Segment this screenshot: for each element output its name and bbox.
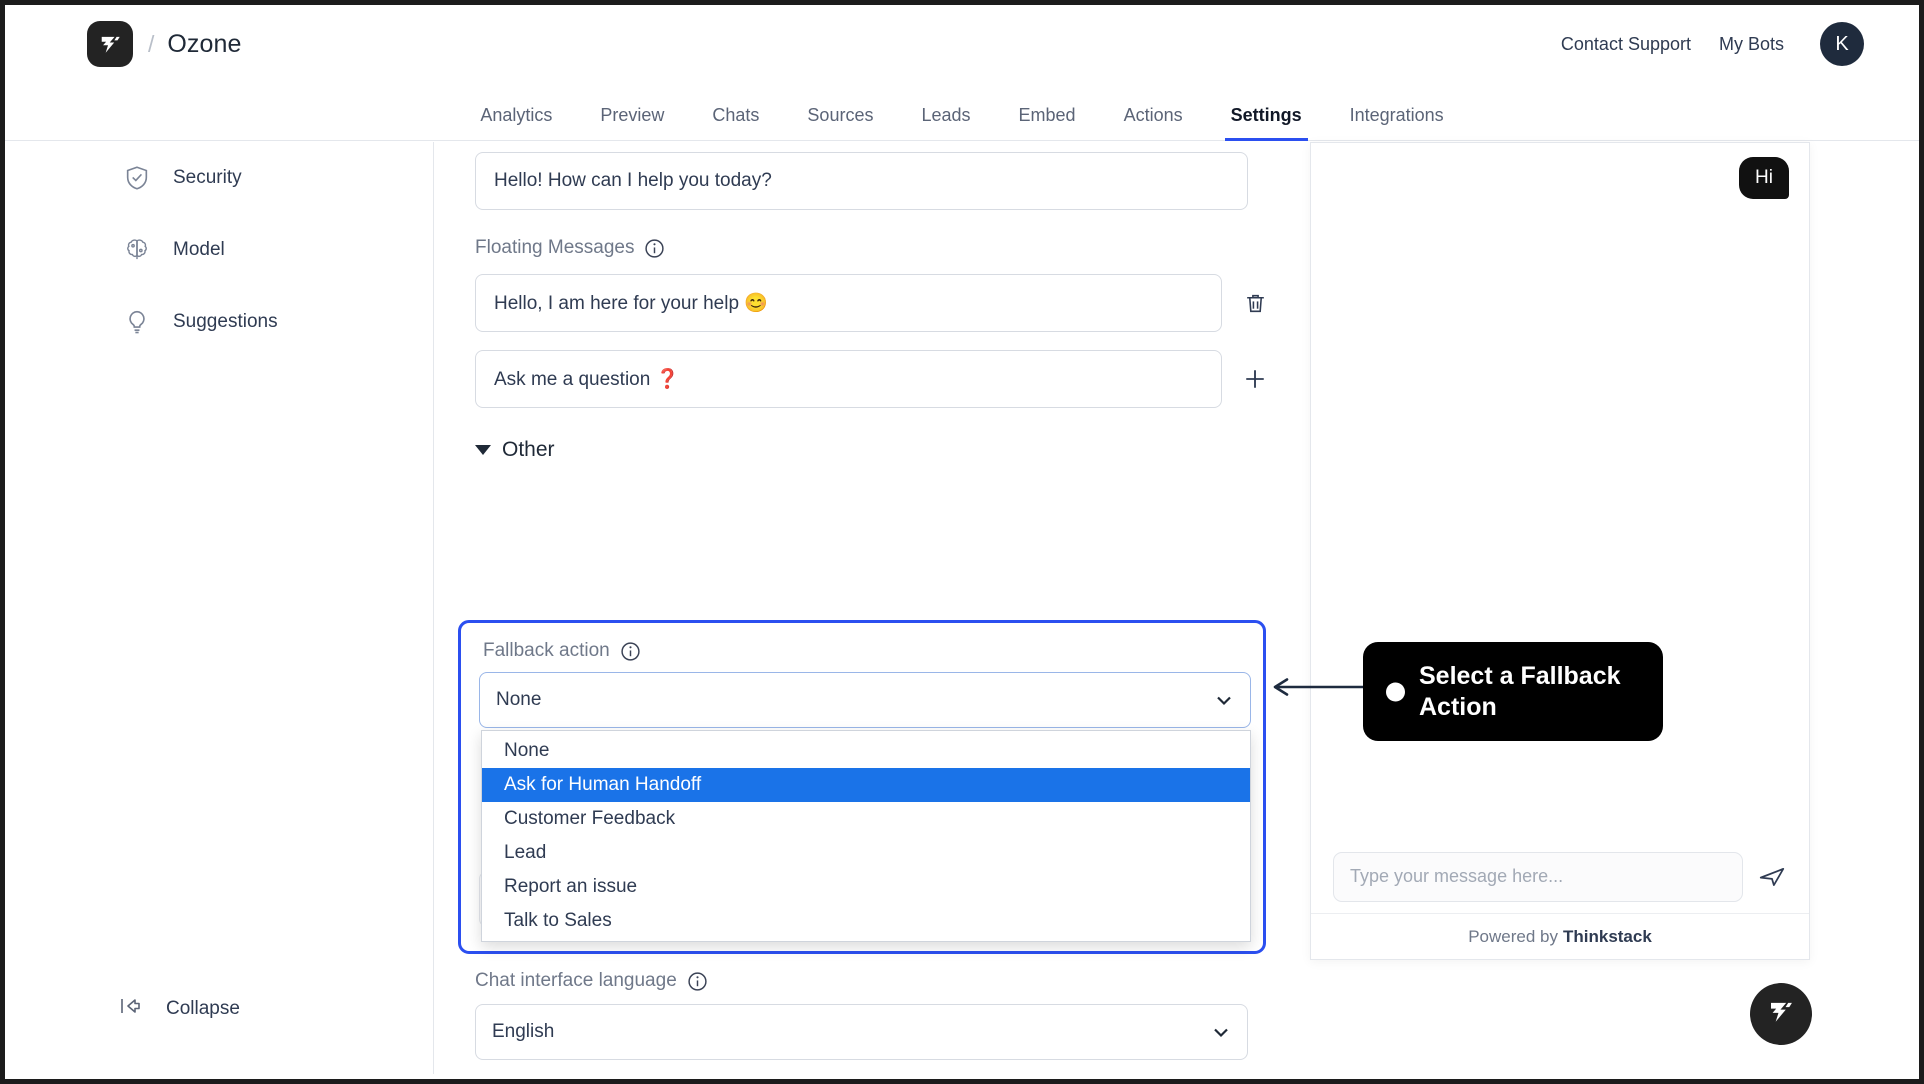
powered-by-footer: Powered by Thinkstack [1311,913,1809,959]
floating-messages-label-row: Floating Messages [475,237,1248,259]
chat-user-message: Hi [1739,157,1789,199]
tab-integrations[interactable]: Integrations [1326,105,1468,140]
tab-chats[interactable]: Chats [688,105,783,140]
sidebar-item-label: Security [173,167,242,188]
send-icon[interactable] [1757,862,1787,892]
sidebar-item-label: Model [173,239,225,260]
powered-by-prefix: Powered by [1468,926,1558,946]
chat-language-select[interactable]: English [475,1004,1248,1060]
callout-dot-icon [1386,682,1405,701]
floating-message-row: Hello, I am here for your help 😊 [475,274,1270,332]
chat-preview-panel: Hi Type your message here... Powered by … [1310,142,1810,960]
sidebar-collapse-button[interactable]: Collapse [10,995,240,1022]
floating-messages-label: Floating Messages [475,237,635,258]
other-section-header[interactable]: Other [475,438,1248,462]
sidebar-item-security[interactable]: Security [10,142,433,214]
plus-icon[interactable] [1240,364,1270,394]
tab-settings[interactable]: Settings [1207,105,1326,141]
fallback-action-dropdown-menu[interactable]: None Ask for Human Handoff Customer Feedba… [481,730,1251,942]
tab-analytics[interactable]: Analytics [456,105,576,140]
fallback-option[interactable]: Customer Feedback [482,802,1250,836]
chat-language-label: Chat interface language [475,970,677,991]
tab-embed[interactable]: Embed [995,105,1100,140]
fallback-action-group: Fallback action None None Ask for Human … [458,620,1266,954]
thinkstack-logo-icon [1765,996,1797,1033]
tab-sources[interactable]: Sources [783,105,897,140]
avatar[interactable]: K [1820,22,1864,66]
chat-language-field: Chat interface language English [475,970,1248,1060]
sidebar-collapse-label: Collapse [166,997,240,1019]
welcome-message-field: Hello! How can I help you today? [475,152,1248,210]
top-header-bar: / Ozone Contact Support My Bots K [5,5,1919,83]
thinkstack-logo-icon[interactable] [87,21,133,67]
chevron-down-icon [1211,1022,1231,1042]
fallback-action-select[interactable]: None [479,672,1251,728]
chevron-down-icon [1214,690,1234,710]
contact-support-link[interactable]: Contact Support [1561,34,1691,55]
fallback-action-label-row: Fallback action [483,640,641,662]
chat-message-input[interactable]: Type your message here... [1333,851,1743,902]
collapse-left-icon [120,995,146,1022]
chat-input-row: Type your message here... [1311,840,1809,913]
info-icon[interactable] [620,641,641,662]
callout-tooltip: Select a Fallback Action [1363,642,1663,741]
chat-launcher-button[interactable] [1750,983,1812,1045]
powered-by-brand: Thinkstack [1562,926,1652,946]
info-icon[interactable] [687,971,708,992]
shield-check-icon [123,164,151,192]
tab-leads[interactable]: Leads [897,105,994,140]
tab-preview[interactable]: Preview [576,105,688,140]
brain-icon [123,236,151,264]
my-bots-link[interactable]: My Bots [1719,34,1784,55]
fallback-option[interactable]: Ask for Human Handoff [482,768,1250,802]
header-actions: Contact Support My Bots K [1561,22,1864,66]
tab-actions[interactable]: Actions [1100,105,1207,140]
fallback-option[interactable]: Lead [482,836,1250,870]
sidebar-item-model[interactable]: Model [10,214,433,286]
app-window: / Ozone Contact Support My Bots K Analyt… [0,0,1924,1084]
other-section-label: Other [502,438,555,461]
callout-arrow [1273,678,1367,696]
chat-language-selected-value: English [492,1021,555,1042]
trash-icon[interactable] [1240,288,1270,318]
fallback-action-label: Fallback action [483,640,610,661]
fallback-option[interactable]: None [482,734,1250,768]
fallback-option[interactable]: Talk to Sales [482,904,1250,938]
sidebar-item-label: Suggestions [173,311,278,332]
callout-text: Select a Fallback Action [1419,662,1621,721]
sidebar-item-suggestions[interactable]: Suggestions [10,286,433,358]
floating-message-input[interactable]: Hello, I am here for your help 😊 [475,274,1222,332]
breadcrumb-separator: / [148,30,155,57]
bot-name: Ozone [167,29,242,58]
welcome-message-input[interactable]: Hello! How can I help you today? [475,152,1248,210]
lightbulb-icon [123,308,151,336]
breadcrumb: / Ozone [87,21,242,67]
info-icon[interactable] [644,238,665,259]
floating-message-input[interactable]: Ask me a question ❓ [475,350,1222,408]
fallback-action-selected-value: None [496,689,542,710]
chevron-down-icon [475,445,491,455]
floating-message-row: Ask me a question ❓ [475,350,1270,408]
fallback-option[interactable]: Report an issue [482,870,1250,904]
settings-sidebar: Security Model Suggestions Collapse [10,142,434,1074]
primary-nav-tabs: Analytics Preview Chats Sources Leads Embed Ac… [5,83,1919,141]
